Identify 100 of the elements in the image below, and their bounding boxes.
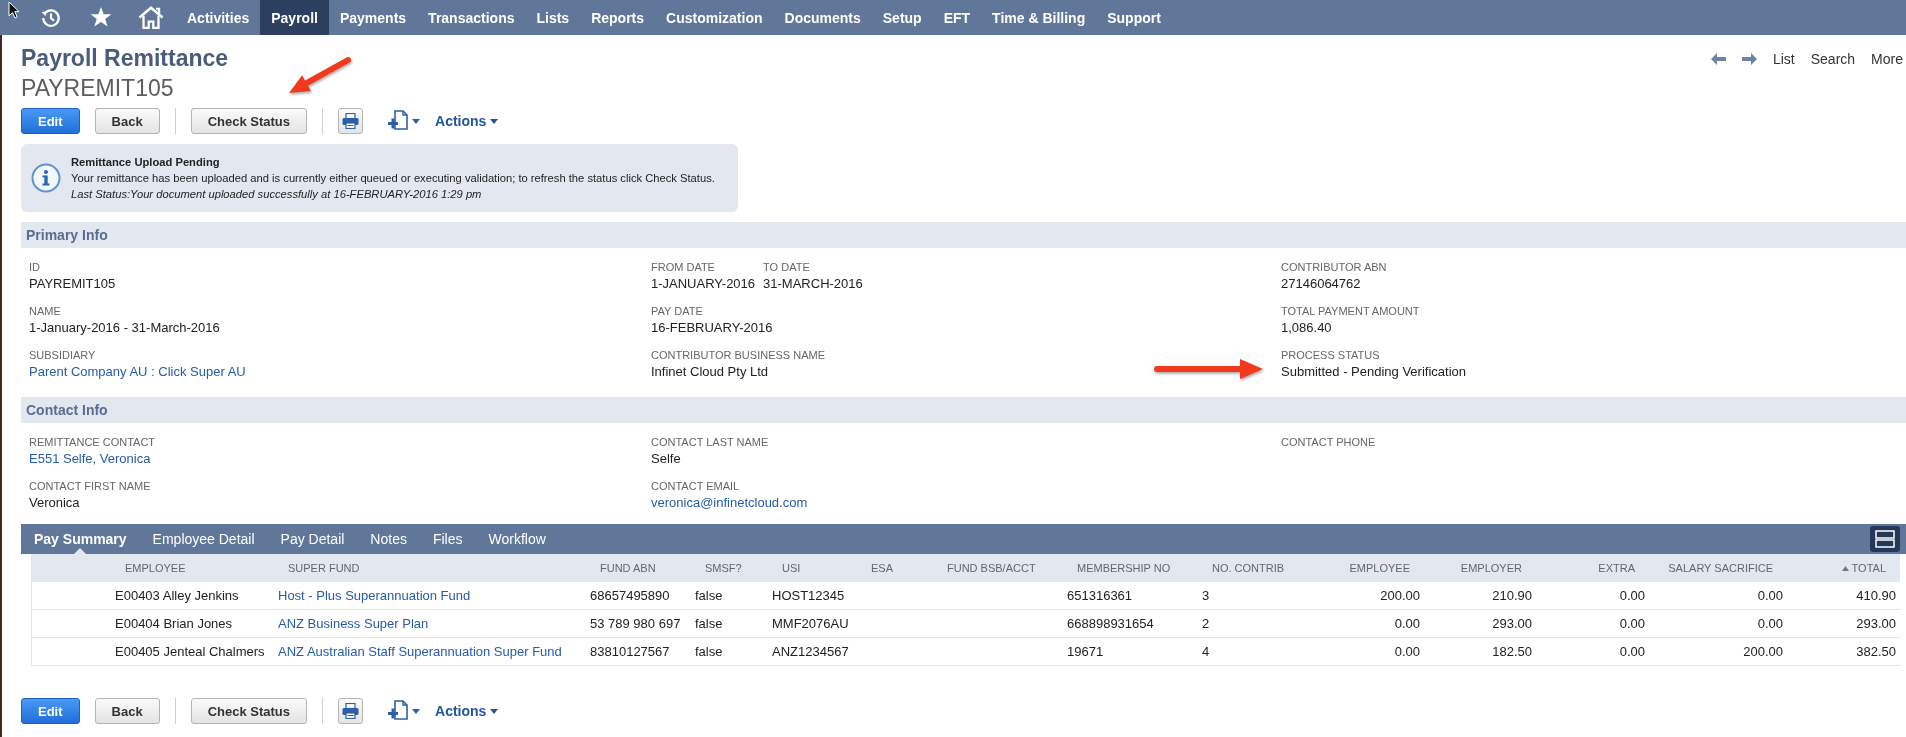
caret-icon <box>490 118 499 124</box>
table-cell-text: false <box>695 615 724 633</box>
header-link[interactable]: More <box>1871 51 1903 67</box>
nav-item[interactable]: Time & Billing <box>981 0 1097 35</box>
column-header[interactable]: ESA <box>871 562 893 574</box>
table-cell-text: 0.00 <box>1618 615 1645 633</box>
record-id: PAYREMIT105 <box>21 75 174 101</box>
field-label: SUBSIDIARY <box>29 348 96 362</box>
table-cell-text: 410.90 <box>1855 587 1897 605</box>
nav-item[interactable]: Payroll <box>260 0 329 35</box>
history-clock-icon[interactable] <box>40 6 62 29</box>
field-value: 31-MARCH-2016 <box>763 276 863 292</box>
nav-item[interactable]: Setup <box>871 0 933 35</box>
nav-item[interactable]: Activities <box>176 0 261 35</box>
table-cell-text: 68657495890 <box>590 587 671 605</box>
print-button[interactable] <box>338 108 363 134</box>
column-header[interactable]: SALARY SACRIFICE <box>1668 562 1773 574</box>
notice-title: Remittance Upload Pending <box>71 155 220 170</box>
header-link[interactable]: List <box>1772 51 1795 67</box>
tab[interactable]: Files <box>419 524 476 554</box>
super-fund-link[interactable]: ANZ Australian Staff Superannuation Super Fund <box>278 644 562 659</box>
nav-item[interactable]: Support <box>1096 0 1172 35</box>
field-label: NAME <box>29 304 61 318</box>
tab[interactable]: Pay Detail <box>267 524 358 554</box>
caret-icon <box>412 708 420 714</box>
table-cell-text: 0.00 <box>1618 643 1645 661</box>
tab[interactable]: Employee Detail <box>139 524 268 554</box>
tab[interactable]: Notes <box>357 524 420 554</box>
super-fund-link[interactable]: ANZ Business Super Plan <box>278 616 429 631</box>
table-cell-text: 382.50 <box>1855 643 1897 661</box>
star-icon[interactable] <box>90 7 112 28</box>
actions-menu[interactable]: Actions <box>435 703 499 719</box>
column-header[interactable]: FUND ABN <box>600 562 656 574</box>
table-cell-text: E00405 Jenteal Chalmers <box>115 643 266 661</box>
notice-last-status: Last Status:Your document uploaded successfully at 16-FEBRUARY-2016 1:29 pm <box>71 187 482 202</box>
column-header[interactable]: EMPLOYEE <box>125 562 186 574</box>
table-cell-text: 0.00 <box>1393 643 1420 661</box>
table-cell-text: 651316361 <box>1067 587 1134 605</box>
edit-button[interactable]: Edit <box>21 108 80 134</box>
table-cell-text: 200.00 <box>1379 587 1420 605</box>
toolbar-button[interactable]: Check Status <box>190 698 307 724</box>
table-cell-text: 3 <box>1202 587 1211 605</box>
document-plus-icon[interactable] <box>388 110 409 132</box>
header-link[interactable]: Search <box>1810 51 1856 67</box>
field-label: CONTACT EMAIL <box>651 479 740 493</box>
nav-item[interactable]: Transactions <box>417 0 526 35</box>
printer-icon <box>342 703 359 719</box>
caret-icon <box>490 708 499 714</box>
table-cell-text: false <box>695 587 724 605</box>
forward-arrow-icon[interactable] <box>1741 53 1757 65</box>
table-cell-text: 200.00 <box>1742 643 1783 661</box>
super-fund-link[interactable]: Host - Plus Superannuation Fund <box>278 588 471 603</box>
home-icon[interactable] <box>138 6 164 29</box>
column-header[interactable]: MEMBERSHIP NO <box>1077 562 1171 574</box>
table-cell-text: HOST12345 <box>772 587 846 605</box>
tab[interactable]: Pay Summary <box>21 524 140 554</box>
column-header[interactable]: EXTRA <box>1598 562 1635 574</box>
table-cell-text: 0.00 <box>1756 615 1783 633</box>
nav-item[interactable]: EFT <box>932 0 982 35</box>
nav-item[interactable]: Documents <box>773 0 872 35</box>
table-cell-text: ANZ1234567 <box>772 643 850 661</box>
tab[interactable]: Workflow <box>475 524 559 554</box>
field-link[interactable]: Parent Company AU : Click Super AU <box>29 364 246 380</box>
column-header[interactable]: EMPLOYEE <box>1349 562 1410 574</box>
rows-layout-icon[interactable] <box>1870 526 1900 552</box>
nav-item[interactable]: Customization <box>655 0 774 35</box>
toolbar-button[interactable]: Check Status <box>190 108 307 134</box>
field-label: CONTACT FIRST NAME <box>29 479 151 493</box>
toolbar-button[interactable]: Back <box>94 108 160 134</box>
field-label: CONTRIBUTOR BUSINESS NAME <box>651 348 825 362</box>
print-button[interactable] <box>338 698 363 724</box>
field-label: TO DATE <box>763 260 810 274</box>
toolbar-button[interactable]: Back <box>94 698 160 724</box>
field-label: PROCESS STATUS <box>1281 348 1380 362</box>
field-label: CONTACT LAST NAME <box>651 435 769 449</box>
field-link[interactable]: E551 Selfe, Veronica <box>29 451 151 467</box>
field-label: CONTACT PHONE <box>1281 435 1376 449</box>
field-value: 16-FEBRUARY-2016 <box>651 320 773 336</box>
info-icon <box>31 163 61 193</box>
field-label: TOTAL PAYMENT AMOUNT <box>1281 304 1420 318</box>
column-header[interactable]: TOTAL <box>1851 562 1886 574</box>
column-header[interactable]: FUND BSB/ACCT <box>947 562 1036 574</box>
back-arrow-icon[interactable] <box>1710 53 1726 65</box>
document-plus-icon[interactable] <box>388 700 409 722</box>
field-label: REMITTANCE CONTACT <box>29 435 156 449</box>
column-header[interactable]: NO. CONTRIB <box>1212 562 1285 574</box>
edit-button[interactable]: Edit <box>21 698 80 724</box>
column-header[interactable]: SUPER FUND <box>288 562 360 574</box>
table-cell-text: false <box>695 643 724 661</box>
field-value: 1,086.40 <box>1281 320 1332 336</box>
column-header[interactable]: EMPLOYER <box>1460 562 1522 574</box>
actions-menu[interactable]: Actions <box>435 113 499 129</box>
column-header[interactable]: SMSF? <box>705 562 742 574</box>
nav-item[interactable]: Reports <box>580 0 656 35</box>
table-cell-text: E00404 Brian Jones <box>115 615 234 633</box>
nav-item[interactable]: Lists <box>525 0 581 35</box>
nav-item[interactable]: Payments <box>328 0 418 35</box>
column-header[interactable]: USI <box>782 562 801 574</box>
field-link[interactable]: veronica@infinetcloud.com <box>651 495 808 511</box>
section-header: Contact Info <box>21 397 1906 423</box>
